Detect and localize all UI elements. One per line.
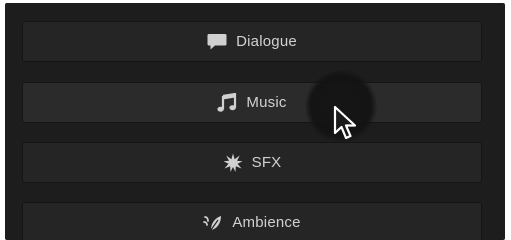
audio-category-panel: Dialogue Music SFX Ambience bbox=[5, 3, 505, 240]
burst-icon bbox=[223, 153, 243, 173]
music-label: Music bbox=[246, 94, 287, 111]
sfx-button[interactable]: SFX bbox=[22, 142, 482, 183]
leaf-wind-icon bbox=[203, 213, 223, 233]
music-note-icon bbox=[217, 92, 237, 113]
sfx-label: SFX bbox=[251, 154, 282, 171]
music-button[interactable]: Music bbox=[22, 82, 482, 123]
dialogue-button[interactable]: Dialogue bbox=[22, 21, 482, 62]
ambience-label: Ambience bbox=[232, 214, 301, 231]
speech-bubble-icon bbox=[207, 32, 227, 52]
dialogue-label: Dialogue bbox=[236, 33, 297, 50]
ambience-button[interactable]: Ambience bbox=[22, 202, 482, 240]
